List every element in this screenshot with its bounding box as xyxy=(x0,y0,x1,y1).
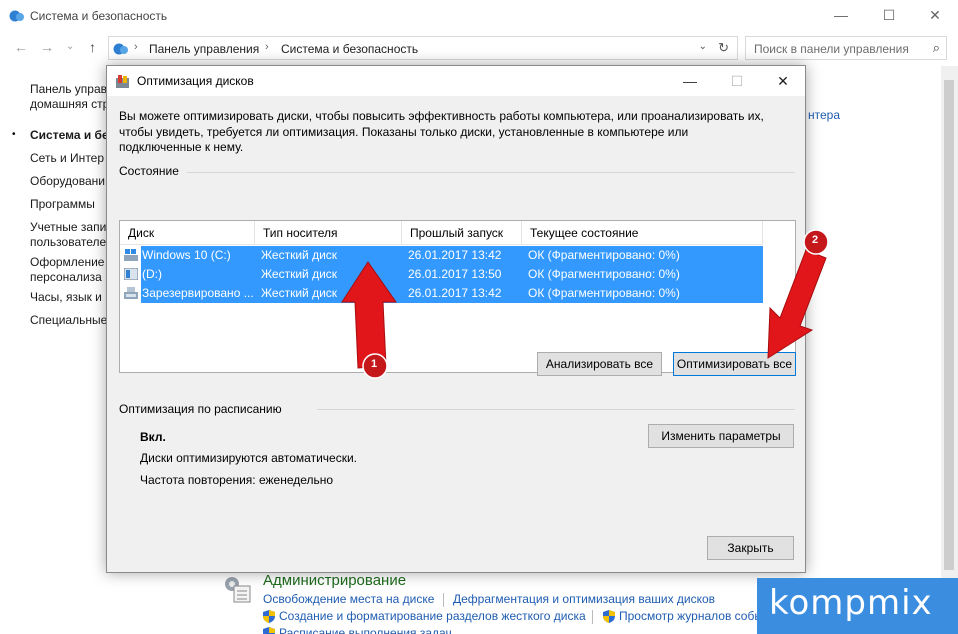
table-row[interactable]: Windows 10 (C:) Жесткий диск 26.01.2017 … xyxy=(124,246,763,265)
search-placeholder: Поиск в панели управления xyxy=(754,42,909,56)
drive-icon xyxy=(124,287,138,299)
drive-status: ОК (Фрагментировано: 0%) xyxy=(528,286,680,300)
link-divider xyxy=(592,610,593,624)
sidebar-item-network[interactable]: Сеть и Интер xyxy=(30,151,104,166)
control-panel-icon xyxy=(9,10,24,22)
watermark-text: kompmix xyxy=(769,583,933,623)
up-arrow-icon[interactable]: ↑ xyxy=(89,39,96,55)
dialog-titlebar: Оптимизация дисков — ☐ ✕ xyxy=(107,66,805,96)
admin-tools-icon xyxy=(225,577,251,603)
background-titlebar: Система и безопасность — ☐ ✕ xyxy=(0,0,958,32)
annotation-marker-2: 2 xyxy=(812,234,819,246)
drive-last-run: 26.01.2017 13:42 xyxy=(408,248,502,262)
create-partitions-link[interactable]: Создание и форматирование разделов жестк… xyxy=(279,609,586,623)
event-viewer-link[interactable]: Просмотр журналов событ xyxy=(619,609,768,623)
column-header-current-status[interactable]: Текущее состояние xyxy=(522,221,763,245)
status-group-label: Состояние xyxy=(119,164,179,178)
optimize-drives-dialog: Оптимизация дисков — ☐ ✕ Вы можете оптим… xyxy=(106,65,806,573)
schedule-group-label: Оптимизация по расписанию xyxy=(119,402,282,416)
recent-locations-icon[interactable]: ⌄ xyxy=(66,41,74,52)
search-input[interactable]: Поиск в панели управления ⌕ xyxy=(745,36,947,60)
windows-drive-icon xyxy=(124,249,138,261)
sidebar-item-appearance[interactable]: Оформление xyxy=(30,255,104,270)
sidebar-item-programs[interactable]: Программы xyxy=(30,197,95,212)
drive-name: Зарезервировано ... xyxy=(142,286,254,300)
dialog-close-button[interactable]: ✕ xyxy=(760,66,806,96)
drive-media-type: Жесткий диск xyxy=(261,267,338,281)
minimize-button[interactable]: — xyxy=(818,0,864,30)
close-dialog-button[interactable]: Закрыть xyxy=(707,536,794,560)
column-header-disk[interactable]: Диск xyxy=(120,221,255,245)
dialog-minimize-button[interactable]: — xyxy=(667,66,713,96)
drive-last-run: 26.01.2017 13:42 xyxy=(408,286,502,300)
sidebar-item-hardware[interactable]: Оборудовани xyxy=(30,174,105,189)
drive-name: (D:) xyxy=(142,267,162,281)
drive-status: ОК (Фрагментировано: 0%) xyxy=(528,267,680,281)
disk-cleanup-link[interactable]: Освобождение места на диске xyxy=(263,592,434,606)
sidebar-item-accounts[interactable]: Учетные запи xyxy=(30,220,106,235)
shield-icon xyxy=(263,627,275,634)
back-arrow-icon[interactable]: ← xyxy=(14,39,28,55)
refresh-icon[interactable]: ↻ xyxy=(718,40,729,56)
breadcrumb-control-panel[interactable]: Панель управления xyxy=(149,42,259,56)
annotation-marker-1: 1 xyxy=(371,358,378,370)
schedule-state: Вкл. xyxy=(140,430,166,444)
optimize-drives-icon xyxy=(116,75,129,88)
sidebar-item-accounts-line2[interactable]: пользователе xyxy=(30,235,106,250)
group-divider xyxy=(187,172,795,173)
watermark: kompmix xyxy=(757,578,958,634)
address-dropdown-icon[interactable]: ⌄ xyxy=(699,41,707,52)
right-link-fragment[interactable]: нтера xyxy=(808,108,840,122)
drives-list[interactable]: Диск Тип носителя Прошлый запуск Текущее… xyxy=(119,220,796,373)
forward-arrow-icon[interactable]: → xyxy=(40,39,54,55)
group-divider xyxy=(317,409,795,410)
drive-media-type: Жесткий диск xyxy=(261,286,338,300)
sidebar-item-system-security[interactable]: Система и бе xyxy=(30,128,109,143)
active-bullet-icon: • xyxy=(12,129,16,140)
background-window-title: Система и безопасность xyxy=(30,9,168,23)
drive-icon xyxy=(124,268,138,280)
intro-text: Вы можете оптимизировать диски, чтобы по… xyxy=(119,109,764,154)
breadcrumb-separator: › xyxy=(134,41,138,53)
control-panel-icon xyxy=(113,43,128,55)
drives-list-header: Диск Тип носителя Прошлый запуск Текущее… xyxy=(120,221,763,245)
drive-last-run: 26.01.2017 13:50 xyxy=(408,267,502,281)
shield-icon xyxy=(263,610,275,623)
dialog-maximize-button: ☐ xyxy=(730,73,744,89)
link-divider xyxy=(443,593,444,607)
column-header-media-type[interactable]: Тип носителя xyxy=(255,221,402,245)
table-row[interactable]: Зарезервировано ... Жесткий диск 26.01.2… xyxy=(124,284,763,303)
address-bar[interactable]: › Панель управления › Система и безопасн… xyxy=(108,36,738,60)
close-button[interactable]: ✕ xyxy=(912,0,958,30)
sidebar-item-home[interactable]: Панель управ xyxy=(30,82,107,97)
dialog-title: Оптимизация дисков xyxy=(137,74,254,88)
navigation-bar: ← → ⌄ ↑ › Панель управления › Система и … xyxy=(0,36,958,62)
sidebar-item-clock-language[interactable]: Часы, язык и р xyxy=(30,290,112,305)
sidebar-item-appearance-line2[interactable]: персонализа xyxy=(30,270,102,285)
schedule-description: Диски оптимизируются автоматически. xyxy=(140,451,358,465)
breadcrumb-separator: › xyxy=(265,41,269,53)
column-header-last-run[interactable]: Прошлый запуск xyxy=(402,221,522,245)
scrollbar-thumb[interactable] xyxy=(944,80,954,570)
dialog-body: Вы можете оптимизировать диски, чтобы по… xyxy=(107,96,805,572)
task-scheduler-link[interactable]: Расписание выполнения задач xyxy=(279,626,452,634)
drive-status: ОК (Фрагментировано: 0%) xyxy=(528,248,680,262)
shield-icon xyxy=(603,610,615,623)
table-row[interactable]: (D:) Жесткий диск 26.01.2017 13:50 ОК (Ф… xyxy=(124,265,763,284)
optimize-all-button[interactable]: Оптимизировать все xyxy=(673,352,796,376)
maximize-button[interactable]: ☐ xyxy=(866,0,912,30)
sidebar-item-home-line2[interactable]: домашняя стр xyxy=(30,97,109,112)
admin-tools-title[interactable]: Администрирование xyxy=(263,572,406,589)
schedule-frequency: Частота повторения: еженедельно xyxy=(140,473,334,487)
analyze-all-button[interactable]: Анализировать все xyxy=(537,352,662,376)
drive-media-type: Жесткий диск xyxy=(261,248,338,262)
change-settings-button[interactable]: Изменить параметры xyxy=(648,424,794,448)
search-icon[interactable]: ⌕ xyxy=(933,40,940,56)
drive-name: Windows 10 (C:) xyxy=(142,248,231,262)
breadcrumb-system-security[interactable]: Система и безопасность xyxy=(281,42,418,56)
defragment-link[interactable]: Дефрагментация и оптимизация ваших диско… xyxy=(453,592,715,606)
sidebar-item-accessibility[interactable]: Специальные xyxy=(30,313,107,328)
